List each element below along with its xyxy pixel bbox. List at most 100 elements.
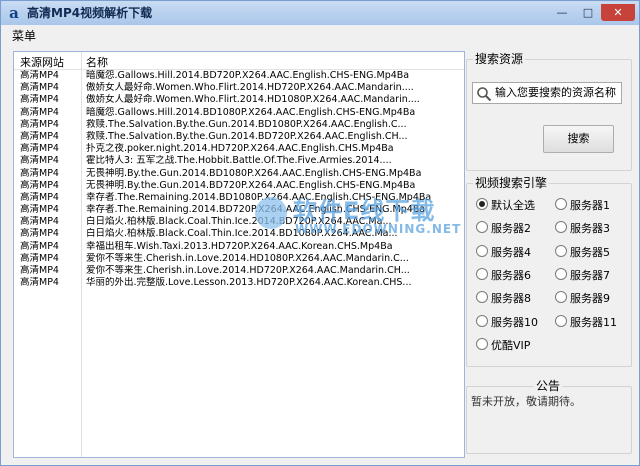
cell-name: 爱你不等来生.Cherish.in.Love.2014.HD1080P.X264… xyxy=(86,252,409,264)
radio-button-icon[interactable] xyxy=(555,314,567,327)
window-title: 高清MP4视频解析下载 xyxy=(27,6,153,20)
cell-name: 救赎.The.Salvation.By.the.Gun.2014.BD720P.… xyxy=(86,130,408,142)
close-button[interactable]: ✕ xyxy=(601,4,635,21)
engine-radio-7[interactable]: 服务器6 xyxy=(476,267,531,282)
cell-name: 扑克之夜.poker.night.2014.HD720P.X264.AAC.En… xyxy=(86,143,394,155)
cell-source: 高清MP4 xyxy=(20,240,59,252)
radio-button-icon[interactable] xyxy=(476,291,488,304)
engine-radio-3[interactable]: 服务器2 xyxy=(476,221,531,235)
table-row[interactable]: 高清MP4 扑克之夜.poker.night.2014.HD720P.X264.A… xyxy=(14,143,464,155)
column-header-source[interactable]: 来源网站 xyxy=(20,54,64,70)
cell-name: 霍比特人3: 五军之战.The.Hobbit.Battle.Of.The.Fiv… xyxy=(86,155,392,167)
table-row[interactable]: 高清MP4 华丽的外出.完整版.Love.Lesson.2013.HD720P.X… xyxy=(14,277,464,289)
engine-radio-4[interactable]: 服务器3 xyxy=(555,221,610,235)
radio-label: 服务器11 xyxy=(570,315,617,329)
cell-source: 高清MP4 xyxy=(20,130,59,142)
radio-button-icon[interactable] xyxy=(476,267,488,280)
menu-bar: 菜单 xyxy=(1,26,639,46)
engine-radio-10[interactable]: 服务器9 xyxy=(555,291,610,305)
cell-source: 高清MP4 xyxy=(20,167,59,179)
notice-group-title: 公告 xyxy=(534,379,563,393)
minimize-button[interactable]: — xyxy=(549,4,575,21)
engine-radio-13[interactable]: 优酷VIP xyxy=(476,337,531,352)
watermark: 软件E线下载 WWW.EDOWNING.NET xyxy=(251,189,461,247)
radio-label: 服务器2 xyxy=(491,222,531,236)
radio-label: 服务器4 xyxy=(491,245,531,259)
radio-button-icon[interactable] xyxy=(555,198,567,210)
cell-name: 华丽的外出.完整版.Love.Lesson.2013.HD720P.X264.A… xyxy=(86,277,412,289)
cell-source: 高清MP4 xyxy=(20,94,59,106)
radio-label: 服务器1 xyxy=(570,199,610,212)
cell-source: 高清MP4 xyxy=(20,204,59,216)
cell-source: 高清MP4 xyxy=(20,82,59,94)
engine-radio-1[interactable]: 默认全选 xyxy=(476,198,535,212)
radio-label: 服务器9 xyxy=(570,292,610,306)
radio-button-icon[interactable] xyxy=(476,337,488,350)
radio-label: 服务器10 xyxy=(491,315,538,329)
engine-radio-5[interactable]: 服务器4 xyxy=(476,244,531,259)
cell-source: 高清MP4 xyxy=(20,118,59,130)
cell-name: 傲娇女人最好命.Women.Who.Flirt.2014.HD720P.X264… xyxy=(86,82,414,94)
cell-source: 高清MP4 xyxy=(20,228,59,240)
radio-button-icon[interactable] xyxy=(555,221,567,234)
engine-radio-11[interactable]: 服务器10 xyxy=(476,314,538,329)
watermark-sub-text: WWW.EDOWNING.NET xyxy=(295,222,462,236)
engine-radio-9[interactable]: 服务器8 xyxy=(476,291,531,305)
search-input[interactable]: 输入您要搜索的资源名称 xyxy=(472,82,622,104)
list-rows: 高清MP4 暗魔怨.Gallows.Hill.2014.BD720P.X264.A… xyxy=(14,70,464,289)
title-bar[interactable]: a 高清MP4视频解析下载 — □ ✕ xyxy=(1,1,639,25)
cell-name: 暗魔怨.Gallows.Hill.2014.BD720P.X264.AAC.En… xyxy=(86,70,410,81)
search-group xyxy=(466,59,632,171)
radio-label: 服务器7 xyxy=(570,268,610,282)
cell-source: 高清MP4 xyxy=(20,252,59,264)
app-logo-icon: a xyxy=(9,4,19,22)
table-row[interactable]: 高清MP4 救赎.The.Salvation.By.the.Gun.2014.BD… xyxy=(14,119,464,131)
cell-name: 爱你不等来生.Cherish.in.Love.2014.HD720P.X264.… xyxy=(86,265,410,276)
radio-button-icon[interactable] xyxy=(555,267,567,280)
radio-label: 服务器8 xyxy=(491,292,531,306)
radio-button-icon[interactable] xyxy=(476,314,488,327)
engine-radio-12[interactable]: 服务器11 xyxy=(555,314,617,329)
watermark-main-text: 软件E线下载 xyxy=(293,197,436,225)
table-row[interactable]: 高清MP4 暗魔怨.Gallows.Hill.2014.BD720P.X264.A… xyxy=(14,70,464,82)
radio-label: 默认全选 xyxy=(491,199,535,212)
cell-source: 高清MP4 xyxy=(20,70,59,81)
radio-button-icon[interactable] xyxy=(555,291,567,304)
resource-list[interactable]: 来源网站 名称 高清MP4 暗魔怨.Gallows.Hill.2014.BD720… xyxy=(13,51,465,458)
engine-group-title: 视频搜索引擎 xyxy=(473,176,550,190)
cell-name: 傲娇女人最好命.Women.Who.Flirt.2014.HD1080P.X26… xyxy=(86,94,420,106)
search-group-title: 搜索资源 xyxy=(473,52,526,66)
cell-source: 高清MP4 xyxy=(20,216,59,228)
cell-name: 无畏神明.By.the.Gun.2014.BD1080P.X264.AAC.En… xyxy=(86,167,422,179)
cell-source: 高清MP4 xyxy=(20,179,59,191)
table-row[interactable]: 高清MP4 傲娇女人最好命.Women.Who.Flirt.2014.HD1080… xyxy=(14,94,464,106)
table-row[interactable]: 高清MP4 暗魔怨.Gallows.Hill.2014.BD1080P.X264.… xyxy=(14,107,464,119)
engine-radio-8[interactable]: 服务器7 xyxy=(555,267,610,282)
table-row[interactable]: 高清MP4 救赎.The.Salvation.By.the.Gun.2014.BD… xyxy=(14,131,464,143)
menu-item-main[interactable]: 菜单 xyxy=(12,29,36,43)
cell-source: 高清MP4 xyxy=(20,143,59,155)
notice-text: 暂未开放，敬请期待。 xyxy=(471,395,581,408)
cell-source: 高清MP4 xyxy=(20,155,59,167)
cell-name: 救赎.The.Salvation.By.the.Gun.2014.BD1080P… xyxy=(86,118,407,130)
table-row[interactable]: 高清MP4 爱你不等来生.Cherish.in.Love.2014.HD720P.… xyxy=(14,265,464,277)
table-row[interactable]: 高清MP4 傲娇女人最好命.Women.Who.Flirt.2014.HD720P… xyxy=(14,82,464,94)
cell-source: 高清MP4 xyxy=(20,277,59,289)
radio-label: 服务器3 xyxy=(570,222,610,236)
radio-button-icon[interactable] xyxy=(555,244,567,257)
radio-button-icon[interactable] xyxy=(476,221,488,234)
engine-radio-6[interactable]: 服务器5 xyxy=(555,244,610,259)
cell-source: 高清MP4 xyxy=(20,106,59,118)
radio-label: 优酷VIP xyxy=(491,338,531,352)
column-header-name[interactable]: 名称 xyxy=(86,54,108,70)
search-button[interactable]: 搜索 xyxy=(543,125,614,153)
maximize-button[interactable]: □ xyxy=(575,4,601,21)
table-row[interactable]: 高清MP4 无畏神明.By.the.Gun.2014.BD1080P.X264.A… xyxy=(14,168,464,180)
table-row[interactable]: 高清MP4 霍比特人3: 五军之战.The.Hobbit.Battle.Of.Th… xyxy=(14,155,464,167)
search-icon xyxy=(477,87,492,102)
search-input-value: 输入您要搜索的资源名称 xyxy=(495,86,616,99)
radio-button-icon[interactable] xyxy=(476,198,488,210)
radio-button-icon[interactable] xyxy=(476,244,488,257)
engine-radio-2[interactable]: 服务器1 xyxy=(555,198,610,212)
table-row[interactable]: 高清MP4 爱你不等来生.Cherish.in.Love.2014.HD1080P… xyxy=(14,253,464,265)
